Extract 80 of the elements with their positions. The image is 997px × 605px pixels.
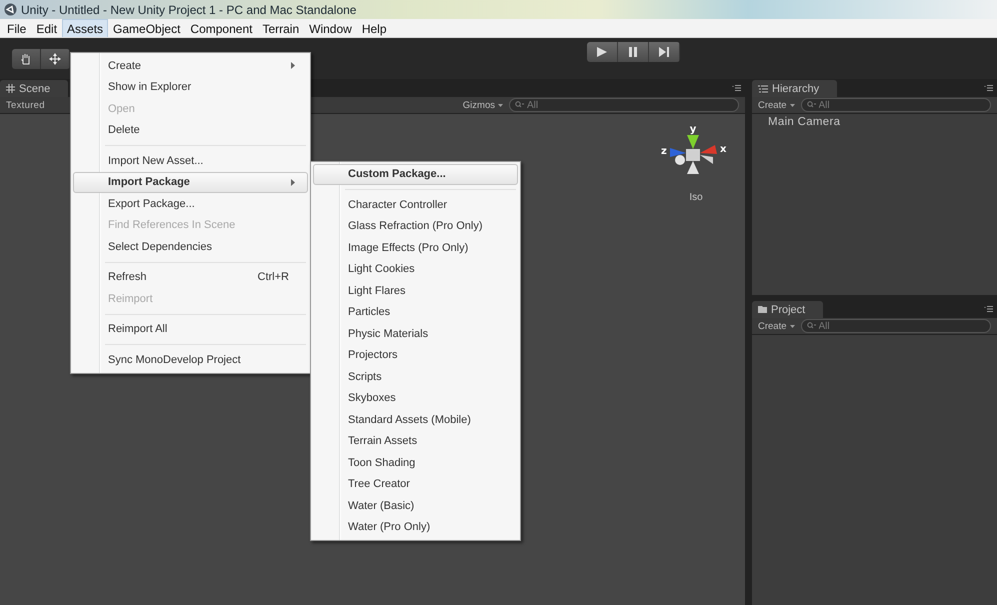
- menu-item[interactable]: Skyboxes: [313, 388, 518, 409]
- menu-item[interactable]: Delete: [73, 120, 308, 141]
- menu-item[interactable]: Standard Assets (Mobile): [313, 409, 518, 430]
- orientation-gizmo-drawing[interactable]: [670, 135, 717, 174]
- menu-item[interactable]: Water (Basic): [313, 495, 518, 516]
- menu-item[interactable]: Image Effects (Pro Only): [313, 237, 518, 258]
- axis-label: x: [720, 144, 726, 155]
- menu-item[interactable]: Sync MonoDevelop Project: [73, 349, 308, 370]
- pause-icon: [628, 46, 638, 58]
- menu-bar-item[interactable]: Window: [304, 19, 357, 37]
- submenu-arrow-icon: [291, 178, 295, 186]
- menu-item[interactable]: Particles: [313, 302, 518, 323]
- search-field[interactable]: All: [800, 319, 991, 333]
- tab-label: Hierarchy: [772, 82, 820, 94]
- menu-item[interactable]: Terrain Assets: [313, 430, 518, 452]
- shading-mode-dropdown[interactable]: Textured: [6, 100, 45, 110]
- panel-menu-icon[interactable]: [984, 306, 993, 312]
- menu-item[interactable]: Light Flares: [313, 280, 518, 302]
- projection-label[interactable]: Iso: [689, 192, 703, 203]
- pause-button[interactable]: [618, 42, 649, 62]
- panel-menu-icon[interactable]: [732, 85, 741, 91]
- unity-logo-icon: [4, 3, 17, 16]
- menu-item[interactable]: Reimport All: [73, 318, 308, 340]
- list-icon: [758, 84, 768, 92]
- scene-tab[interactable]: Scene: [0, 80, 68, 97]
- menu-item[interactable]: Custom Package...: [313, 164, 518, 185]
- menu-item[interactable]: Water (Pro Only): [313, 516, 518, 538]
- dropdown-caret-icon: [790, 104, 795, 106]
- hierarchy-tab[interactable]: Hierarchy: [752, 80, 838, 97]
- window-title: Unity - Untitled - New Unity Project 1 - PC and Mac Standalone: [21, 2, 356, 16]
- panel-menu-icon[interactable]: [984, 85, 993, 91]
- menu-item[interactable]: Import Package: [73, 172, 308, 193]
- create-dropdown[interactable]: Create: [758, 320, 795, 332]
- menu-item[interactable]: Toon Shading: [313, 452, 518, 474]
- play-button[interactable]: [587, 42, 618, 62]
- hand-icon: [20, 52, 32, 64]
- search-icon: [806, 101, 816, 108]
- play-icon: [596, 46, 608, 58]
- search-field[interactable]: All: [509, 98, 739, 112]
- search-icon: [806, 322, 816, 329]
- folder-icon: [758, 306, 767, 313]
- menu-item[interactable]: Export Package...: [73, 193, 308, 214]
- tab-label: Project: [771, 304, 806, 316]
- menu-item[interactable]: Show in Explorer: [73, 76, 308, 98]
- menu-bar-item[interactable]: Terrain: [257, 19, 304, 37]
- menu-bar-item[interactable]: Component: [185, 19, 258, 37]
- menu-bar-item[interactable]: Assets: [62, 19, 108, 37]
- create-dropdown[interactable]: Create: [758, 100, 795, 110]
- menu-item[interactable]: Glass Refraction (Pro Only): [313, 216, 518, 237]
- dropdown-caret-icon: [790, 324, 795, 328]
- menu-item[interactable]: Select Dependencies: [73, 236, 308, 258]
- search-field[interactable]: All: [800, 98, 991, 112]
- axis-label: y: [690, 124, 696, 135]
- menu-bar-item[interactable]: GameObject: [108, 19, 186, 37]
- gizmos-dropdown[interactable]: Gizmos: [462, 100, 503, 110]
- submenu-arrow-icon: [291, 62, 295, 70]
- search-icon: [515, 101, 524, 108]
- hierarchy-item[interactable]: Main Camera: [768, 116, 981, 128]
- menu-item[interactable]: Import New Asset...: [73, 150, 308, 172]
- move-tool-button[interactable]: [41, 48, 70, 68]
- step-icon: [658, 46, 670, 58]
- move-icon: [49, 52, 61, 64]
- menu-bar-item[interactable]: Edit: [31, 19, 62, 37]
- hand-tool-button[interactable]: [12, 48, 41, 68]
- menu-item[interactable]: Physic Materials: [313, 323, 518, 344]
- step-button[interactable]: [649, 42, 680, 62]
- menu-item[interactable]: Create: [73, 55, 308, 76]
- menu-item[interactable]: Character Controller: [313, 194, 518, 216]
- menu-item[interactable]: Scripts: [313, 366, 518, 388]
- project-tab[interactable]: Project: [752, 301, 824, 318]
- menu-bar-item[interactable]: Help: [356, 19, 392, 37]
- menu-item[interactable]: Light Cookies: [313, 258, 518, 280]
- menu-bar-item[interactable]: File: [2, 19, 32, 37]
- menu-item[interactable]: Refresh Ctrl+R: [73, 266, 308, 288]
- menu-item[interactable]: Tree Creator: [313, 474, 518, 495]
- tab-label: Scene: [19, 82, 50, 94]
- menu-item[interactable]: Projectors: [313, 344, 518, 366]
- dropdown-caret-icon: [498, 104, 503, 106]
- axis-label: z: [661, 146, 667, 157]
- grid-icon: [6, 84, 15, 93]
